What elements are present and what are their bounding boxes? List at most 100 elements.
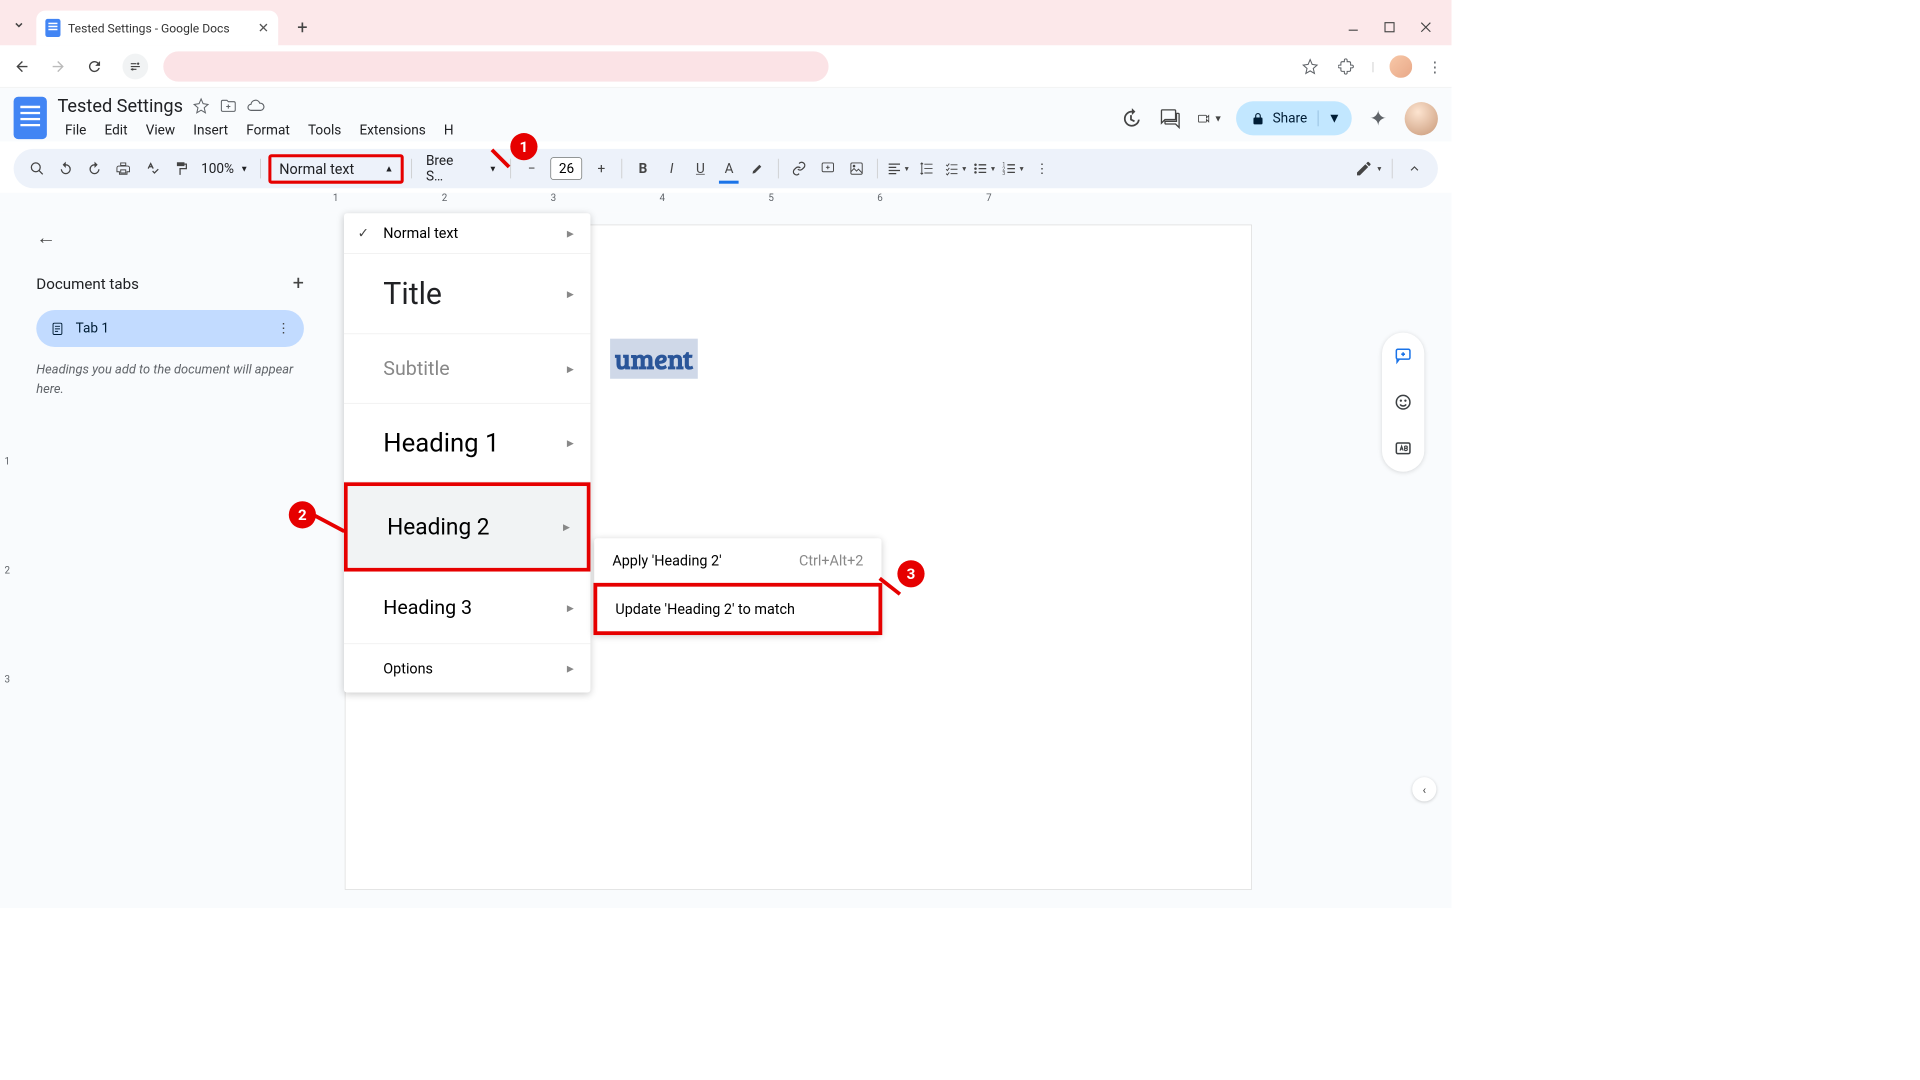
menu-file[interactable]: File bbox=[57, 119, 93, 141]
add-comment-float-button[interactable] bbox=[1388, 340, 1418, 370]
add-comment-button[interactable] bbox=[815, 156, 841, 182]
text-color-button[interactable]: A bbox=[716, 156, 742, 182]
print-button[interactable] bbox=[110, 156, 136, 182]
menu-help[interactable]: H bbox=[436, 119, 461, 141]
maximize-button[interactable] bbox=[1382, 20, 1397, 35]
update-heading-2-to-match[interactable]: Update 'Heading 2' to match bbox=[593, 583, 882, 635]
style-heading-1[interactable]: Heading 1 ▶ bbox=[344, 404, 590, 483]
separator bbox=[1392, 159, 1393, 179]
menu-tools[interactable]: Tools bbox=[300, 119, 348, 141]
minimize-button[interactable] bbox=[1346, 20, 1361, 35]
share-dropdown-icon[interactable]: ▼ bbox=[1318, 110, 1341, 126]
collapse-toolbar-button[interactable] bbox=[1402, 156, 1428, 182]
window-controls bbox=[1346, 20, 1444, 35]
browser-nav-bar: | ⋮ bbox=[0, 45, 1452, 87]
comments-button[interactable] bbox=[1158, 105, 1184, 131]
menu-edit[interactable]: Edit bbox=[97, 119, 135, 141]
undo-button[interactable] bbox=[53, 156, 79, 182]
check-icon: ✓ bbox=[358, 225, 369, 241]
tab-item[interactable]: Tab 1 ⋮ bbox=[36, 310, 304, 347]
separator bbox=[412, 159, 413, 179]
font-dropdown[interactable]: Bree S…▼ bbox=[420, 153, 503, 185]
tab-label: Tab 1 bbox=[76, 321, 109, 337]
vertical-ruler[interactable]: 1 2 3 bbox=[0, 212, 18, 908]
tab-more-button[interactable]: ⋮ bbox=[277, 321, 291, 337]
history-button[interactable] bbox=[1118, 105, 1144, 131]
extensions-button[interactable] bbox=[1335, 55, 1358, 78]
spellcheck-button[interactable] bbox=[139, 156, 165, 182]
paint-format-button[interactable] bbox=[168, 156, 194, 182]
style-normal-text[interactable]: ✓ Normal text ▶ bbox=[344, 213, 590, 254]
menu-format[interactable]: Format bbox=[239, 119, 298, 141]
toolbar: 100%▼ Normal text ▲ Bree S…▼ − + B I U A… bbox=[14, 149, 1438, 188]
horizontal-ruler[interactable]: 1 2 3 4 5 6 7 bbox=[0, 193, 1452, 213]
paragraph-style-dropdown[interactable]: Normal text ▲ bbox=[269, 154, 404, 183]
reload-button[interactable] bbox=[82, 53, 108, 79]
document-icon bbox=[50, 321, 65, 336]
apply-heading-2[interactable]: Apply 'Heading 2' Ctrl+Alt+2 bbox=[594, 538, 881, 583]
bullet-list-button[interactable]: ▼ bbox=[972, 156, 998, 182]
menu-bar: File Edit View Insert Format Tools Exten… bbox=[57, 119, 1107, 141]
numbered-list-button[interactable]: 123▼ bbox=[1001, 156, 1027, 182]
cloud-status-icon[interactable] bbox=[246, 97, 264, 115]
bold-button[interactable]: B bbox=[630, 156, 656, 182]
checklist-button[interactable]: ▼ bbox=[943, 156, 969, 182]
share-button[interactable]: Share ▼ bbox=[1236, 101, 1351, 135]
separator bbox=[622, 159, 623, 179]
increase-font-button[interactable]: + bbox=[588, 156, 614, 182]
submenu-arrow-icon: ▶ bbox=[567, 663, 574, 674]
new-tab-button[interactable]: + bbox=[289, 14, 316, 41]
style-heading-3[interactable]: Heading 3 ▶ bbox=[344, 572, 590, 645]
editing-mode-button[interactable]: ▼ bbox=[1355, 156, 1383, 182]
explore-button[interactable]: ‹ bbox=[1412, 777, 1436, 801]
insert-link-button[interactable] bbox=[787, 156, 813, 182]
profile-avatar[interactable] bbox=[1388, 53, 1414, 79]
move-button[interactable] bbox=[219, 97, 237, 115]
site-settings-button[interactable] bbox=[122, 53, 148, 79]
document-outline-sidebar: ← Document tabs + Tab 1 ⋮ Headings you a… bbox=[18, 212, 322, 908]
font-size-input[interactable] bbox=[551, 157, 583, 180]
menu-insert[interactable]: Insert bbox=[186, 119, 236, 141]
tab-title: Tested Settings - Google Docs bbox=[68, 21, 230, 35]
close-window-button[interactable] bbox=[1418, 20, 1433, 35]
tab-search-button[interactable] bbox=[8, 14, 31, 37]
bookmark-button[interactable] bbox=[1299, 55, 1322, 78]
collapse-sidebar-button[interactable]: ← bbox=[36, 226, 304, 249]
line-spacing-button[interactable] bbox=[914, 156, 940, 182]
submenu-arrow-icon: ▶ bbox=[567, 288, 574, 299]
back-button[interactable] bbox=[9, 53, 35, 79]
gemini-button[interactable]: ✦ bbox=[1365, 105, 1391, 131]
address-bar[interactable] bbox=[163, 51, 828, 81]
sidebar-title: Document tabs bbox=[36, 274, 139, 292]
redo-button[interactable] bbox=[82, 156, 108, 182]
forward-button[interactable] bbox=[45, 53, 71, 79]
browser-tab[interactable]: Tested Settings - Google Docs ✕ bbox=[36, 11, 278, 46]
align-button[interactable]: ▼ bbox=[886, 156, 912, 182]
floating-toolbar bbox=[1382, 333, 1424, 472]
style-heading-2[interactable]: Heading 2 ▶ bbox=[348, 486, 587, 568]
underline-button[interactable]: U bbox=[688, 156, 714, 182]
docs-logo-icon[interactable] bbox=[14, 97, 47, 139]
emoji-reaction-button[interactable] bbox=[1388, 387, 1418, 417]
add-tab-button[interactable]: + bbox=[293, 272, 304, 295]
separator bbox=[511, 159, 512, 179]
style-options[interactable]: Options ▶ bbox=[344, 644, 590, 692]
star-button[interactable] bbox=[192, 97, 210, 115]
highlight-button[interactable] bbox=[745, 156, 771, 182]
document-title[interactable]: Tested Settings bbox=[57, 95, 182, 116]
italic-button[interactable]: I bbox=[659, 156, 685, 182]
zoom-dropdown[interactable]: 100%▼ bbox=[197, 161, 253, 177]
style-subtitle[interactable]: Subtitle ▶ bbox=[344, 334, 590, 404]
selected-text-fragment[interactable]: ument bbox=[610, 339, 697, 379]
more-button[interactable]: ⋮ bbox=[1029, 156, 1055, 182]
menu-extensions[interactable]: Extensions bbox=[352, 119, 433, 141]
style-title[interactable]: Title ▶ bbox=[344, 254, 590, 334]
insert-image-button[interactable] bbox=[844, 156, 870, 182]
browser-menu-button[interactable]: ⋮ bbox=[1427, 57, 1442, 75]
search-menus-button[interactable] bbox=[24, 156, 50, 182]
meet-button[interactable]: ▼ bbox=[1197, 105, 1223, 131]
suggest-edits-button[interactable] bbox=[1388, 434, 1418, 464]
account-avatar[interactable] bbox=[1405, 102, 1438, 135]
close-tab-button[interactable]: ✕ bbox=[258, 20, 269, 36]
menu-view[interactable]: View bbox=[138, 119, 183, 141]
